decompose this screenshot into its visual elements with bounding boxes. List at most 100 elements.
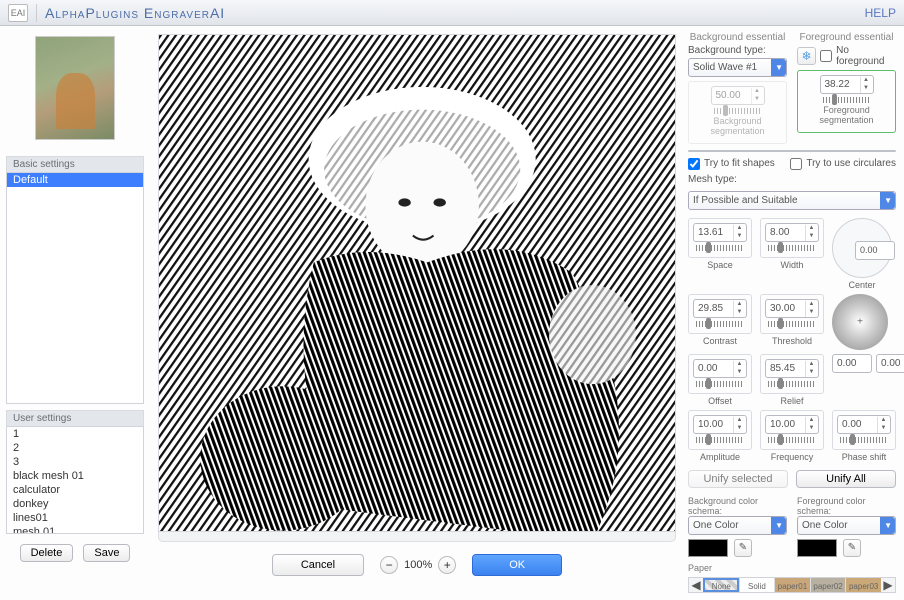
mesh-type-select[interactable]: If Possible and Suitable▼ <box>688 191 896 210</box>
fit-shapes-checkbox[interactable]: Try to fit shapes <box>688 158 775 170</box>
relief-slider[interactable] <box>768 381 816 387</box>
user-settings-panel: User settings 1 2 3 black mesh 01 calcul… <box>6 410 144 534</box>
zoom-label: 100% <box>404 559 432 571</box>
left-column: Basic settings Default User settings 1 2… <box>0 26 150 580</box>
bottom-controls: Cancel − 100% + OK <box>158 542 676 576</box>
contrast-label: Contrast <box>703 336 737 346</box>
save-button[interactable]: Save <box>83 544 130 562</box>
bg-type-select[interactable]: Solid Wave #1▼ <box>688 58 787 77</box>
space-slider[interactable] <box>696 245 744 251</box>
threshold-slider[interactable] <box>768 321 816 327</box>
preview-canvas[interactable] <box>158 34 676 532</box>
right-column: Background essential Background type: So… <box>684 26 904 580</box>
zoom-out-button[interactable]: − <box>380 556 398 574</box>
source-thumbnail[interactable] <box>35 36 115 140</box>
paper-swatch[interactable]: paper02 <box>810 578 846 592</box>
space-input[interactable]: 13.61▲▼ <box>693 223 747 242</box>
bg-essential-header: Background essential <box>688 32 787 43</box>
offset-slider[interactable] <box>696 381 744 387</box>
fg-seg-slider[interactable] <box>823 97 871 103</box>
center-y-input[interactable]: 0.00 <box>876 354 904 373</box>
paper-prev-button[interactable]: ◀ <box>689 578 703 592</box>
fg-color-picker[interactable]: ✎ <box>843 539 861 557</box>
paper-swatch[interactable]: paper03 <box>845 578 881 592</box>
bg-color-picker[interactable]: ✎ <box>734 539 752 557</box>
fg-color-swatch[interactable] <box>797 539 837 557</box>
chevron-down-icon: ▼ <box>884 521 892 530</box>
snowflake-icon[interactable]: ❄ <box>797 47 816 65</box>
phase-input[interactable]: 0.00▲▼ <box>837 415 891 434</box>
app-title: AlphaPlugins EngraverAI <box>45 5 225 21</box>
list-item[interactable]: donkey <box>7 497 143 511</box>
amplitude-input[interactable]: 10.00▲▼ <box>693 415 747 434</box>
paper-swatch[interactable]: Solid <box>739 578 775 592</box>
bg-color-swatch[interactable] <box>688 539 728 557</box>
contrast-slider[interactable] <box>696 321 744 327</box>
list-item[interactable]: 1 <box>7 427 143 441</box>
paper-strip: ◀ None Solid paper01 paper02 paper03 ▶ <box>688 577 896 593</box>
threshold-input[interactable]: 30.00▲▼ <box>765 299 819 318</box>
relief-input[interactable]: 85.45▲▼ <box>765 359 819 378</box>
bg-seg-slider <box>714 108 762 114</box>
contrast-input[interactable]: 29.85▲▼ <box>693 299 747 318</box>
list-item[interactable]: 2 <box>7 441 143 455</box>
center-angle-dial[interactable]: 0.00 <box>832 218 892 278</box>
width-slider[interactable] <box>768 245 816 251</box>
frequency-input[interactable]: 10.00▲▼ <box>765 415 819 434</box>
basic-settings-list[interactable]: Default <box>6 172 144 404</box>
offset-input[interactable]: 0.00▲▼ <box>693 359 747 378</box>
list-item[interactable]: Default <box>7 173 143 187</box>
help-link[interactable]: HELP <box>865 6 896 20</box>
offset-label: Offset <box>708 396 732 406</box>
use-circulares-checkbox[interactable]: Try to use circulares <box>790 158 896 170</box>
frequency-slider[interactable] <box>768 437 816 443</box>
phase-label: Phase shift <box>842 452 887 462</box>
phase-slider[interactable] <box>840 437 888 443</box>
list-item[interactable]: black mesh 01 <box>7 469 143 483</box>
center-x-input[interactable]: 0.00 <box>832 354 872 373</box>
app-logo-icon: EAI <box>8 4 28 22</box>
tab-randomness[interactable]: Randomness <box>792 151 895 152</box>
fg-seg-input[interactable]: 38.22▲▼ <box>820 75 874 94</box>
bg-seg-caption: Background segmentation <box>693 117 782 137</box>
cancel-button[interactable]: Cancel <box>272 554 364 576</box>
chevron-down-icon: ▼ <box>775 521 783 530</box>
title-bar: EAI AlphaPlugins EngraverAI HELP <box>0 0 904 26</box>
fg-seg-caption: Foreground segmentation <box>802 106 891 126</box>
divider <box>36 4 37 22</box>
amplitude-slider[interactable] <box>696 437 744 443</box>
list-item[interactable]: calculator <box>7 483 143 497</box>
center-picker[interactable] <box>832 294 888 350</box>
ok-button[interactable]: OK <box>472 554 562 576</box>
unify-selected-button: Unify selected <box>688 470 788 488</box>
center-angle-input[interactable]: 0.00 <box>855 241 895 260</box>
eyedropper-icon: ✎ <box>739 542 747 553</box>
chevron-down-icon: ▼ <box>775 63 783 72</box>
width-label: Width <box>780 260 803 270</box>
fg-schema-select[interactable]: One Color▼ <box>797 516 896 535</box>
paper-swatch[interactable]: paper01 <box>774 578 810 592</box>
paper-swatch[interactable]: None <box>703 578 739 592</box>
no-foreground-checkbox[interactable]: No foreground <box>820 45 896 67</box>
unify-all-button[interactable]: Unify All <box>796 470 896 488</box>
space-label: Space <box>707 260 733 270</box>
zoom-controls: − 100% + <box>380 556 456 574</box>
chevron-down-icon: ▼ <box>884 196 892 205</box>
list-item[interactable]: 3 <box>7 455 143 469</box>
threshold-label: Threshold <box>772 336 812 346</box>
delete-button[interactable]: Delete <box>20 544 74 562</box>
paper-label: Paper <box>688 563 896 573</box>
list-item[interactable]: lines01 <box>7 511 143 525</box>
fg-schema-label: Foreground color schema: <box>797 496 896 516</box>
paper-next-button[interactable]: ▶ <box>881 578 895 592</box>
user-buttons: Delete Save <box>6 544 144 562</box>
user-settings-list[interactable]: 1 2 3 black mesh 01 calculator donkey li… <box>6 426 144 534</box>
bg-schema-select[interactable]: One Color▼ <box>688 516 787 535</box>
zoom-in-button[interactable]: + <box>438 556 456 574</box>
frequency-label: Frequency <box>771 452 814 462</box>
list-item[interactable]: mesh 01 <box>7 525 143 534</box>
tab-geometry[interactable]: Geometry <box>689 151 792 152</box>
eyedropper-icon: ✎ <box>848 542 856 553</box>
preview-scrollbar[interactable] <box>158 532 676 542</box>
width-input[interactable]: 8.00▲▼ <box>765 223 819 242</box>
